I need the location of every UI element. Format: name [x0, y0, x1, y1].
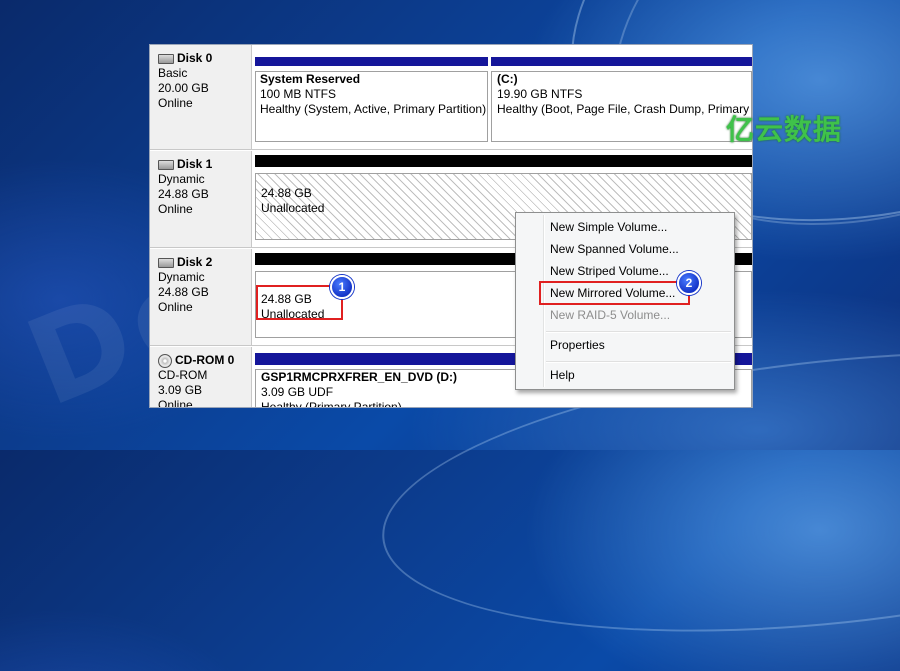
disk-2-label[interactable]: Disk 2 Dynamic 24.88 GB Online — [150, 249, 252, 345]
step-badge-1: 1 — [330, 275, 354, 299]
disk-status: Online — [158, 398, 193, 408]
disk-type: CD-ROM — [158, 368, 208, 382]
partition-bar — [255, 57, 488, 66]
volume-filesystem: 19.90 GB NTFS — [497, 87, 583, 101]
volume-size: 24.88 GB — [261, 186, 312, 200]
volume-title: (C:) — [497, 72, 518, 86]
disk-name: Disk 1 — [177, 157, 213, 171]
volume-c-drive[interactable]: (C:) 19.90 GB NTFS Healthy (Boot, Page F… — [491, 57, 752, 145]
cd-rom-icon — [158, 353, 172, 368]
cdrom-0-label[interactable]: CD-ROM 0 CD-ROM 3.09 GB Online — [150, 347, 252, 408]
volume-health: Healthy (Primary Partition) — [261, 400, 402, 408]
step-badge-2: 2 — [677, 271, 701, 295]
disk-type: Dynamic — [158, 172, 205, 186]
volume-filesystem: 100 MB NTFS — [260, 87, 337, 101]
disk-name: CD-ROM 0 — [175, 353, 235, 367]
disk-row-0: Disk 0 Basic 20.00 GB Online System Rese… — [150, 45, 752, 150]
partition-bar — [491, 57, 752, 66]
menu-separator — [546, 361, 731, 363]
volume-health: Healthy (System, Active, Primary Partiti… — [260, 102, 487, 116]
disk-name: Disk 2 — [177, 255, 213, 269]
disk-type: Basic — [158, 66, 188, 80]
menu-item-new-simple-volume[interactable]: New Simple Volume... — [550, 217, 667, 237]
menu-separator — [546, 331, 731, 333]
disk-name: Disk 0 — [177, 51, 213, 65]
dynamic-bar — [255, 155, 752, 167]
menu-item-new-striped-volume[interactable]: New Striped Volume... — [550, 261, 669, 281]
menu-item-new-raid5-volume: New RAID-5 Volume... — [550, 308, 671, 322]
disk-size: 3.09 GB — [158, 383, 203, 397]
menu-item-properties[interactable]: Properties — [550, 335, 605, 355]
disk-type: Dynamic — [158, 270, 205, 284]
hard-disk-icon — [158, 159, 174, 170]
disk-size: 24.88 GB — [158, 187, 209, 201]
menu-item-help[interactable]: Help — [550, 365, 575, 385]
disk-1-label[interactable]: Disk 1 Dynamic 24.88 GB Online — [150, 151, 252, 247]
hard-disk-icon — [158, 257, 174, 268]
hard-disk-icon — [158, 53, 174, 64]
volume-health: Healthy (Boot, Page File, Crash Dump, Pr… — [497, 102, 751, 116]
disk-status: Online — [158, 300, 193, 314]
volume-title: System Reserved — [260, 72, 361, 86]
disk-size: 20.00 GB — [158, 81, 209, 95]
disk-status: Online — [158, 202, 193, 216]
disk-0-label[interactable]: Disk 0 Basic 20.00 GB Online — [150, 45, 252, 149]
highlight-mirrored-volume-box — [539, 281, 690, 305]
disk-status: Online — [158, 96, 193, 110]
disk-size: 24.88 GB — [158, 285, 209, 299]
menu-item-new-spanned-volume[interactable]: New Spanned Volume... — [550, 239, 679, 259]
watermark-logo: 亿云数据 — [726, 113, 843, 146]
volume-system-reserved[interactable]: System Reserved 100 MB NTFS Healthy (Sys… — [255, 57, 488, 145]
